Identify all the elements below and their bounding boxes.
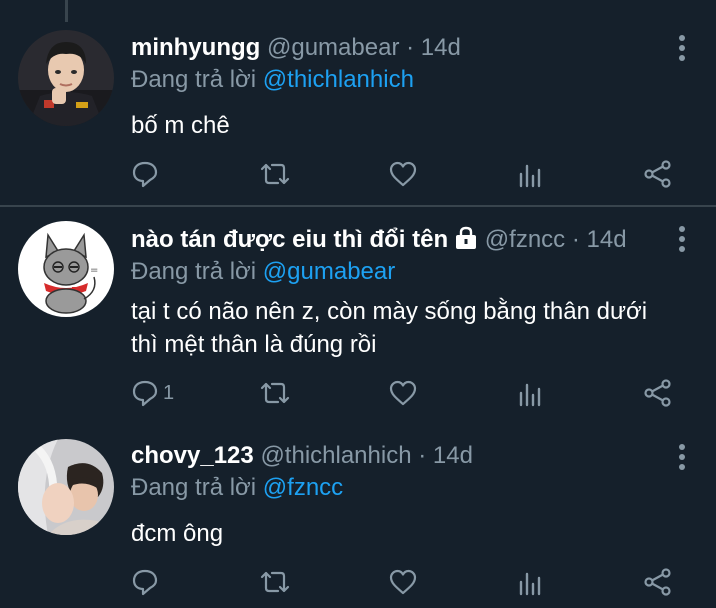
like-icon <box>389 569 417 595</box>
analytics-icon <box>519 383 541 407</box>
tweet-text-line: thì mệt thân là đúng rồi <box>131 331 377 358</box>
display-name[interactable]: chovy_123 <box>131 442 254 469</box>
tweet-text-line: tại t có não nên z, còn mày sống bằng th… <box>131 298 648 325</box>
more-icon[interactable] <box>678 225 686 253</box>
timestamp[interactable]: 14d <box>421 34 461 61</box>
like-icon <box>389 380 417 406</box>
mention-link[interactable]: @fzncc <box>263 474 343 501</box>
more-icon[interactable] <box>678 34 686 62</box>
separator-dot: · <box>418 442 427 469</box>
replies-feed: minhyungg @gumabear · 14d Đang trả lời @… <box>0 0 716 608</box>
svg-text:=: = <box>90 265 98 276</box>
user-handle[interactable]: @gumabear <box>267 34 399 61</box>
reply-count: 1 <box>163 381 175 404</box>
action-bar <box>131 567 691 597</box>
display-name[interactable]: minhyungg <box>131 34 260 61</box>
action-bar <box>131 159 691 189</box>
tweet-text: bố m chê <box>131 112 230 139</box>
replying-to: Đang trả lời @thichlanhich <box>131 65 696 95</box>
more-icon[interactable] <box>678 443 686 471</box>
reply-icon <box>132 380 158 407</box>
avatar[interactable]: = <box>18 221 114 317</box>
replying-to-label: Đang trả lời <box>131 474 263 501</box>
analytics-icon <box>519 572 541 596</box>
timestamp[interactable]: 14d <box>433 442 473 469</box>
display-name[interactable]: nào tán được eiu thì đổi tên <box>131 226 448 253</box>
replying-to-label: Đang trả lời <box>131 258 263 285</box>
share-icon <box>644 379 671 407</box>
tweet-2[interactable]: = nào tán được eiu thì đổi tên @fzncc · … <box>0 207 716 429</box>
replying-to-label: Đang trả lời <box>131 66 263 93</box>
like-button[interactable] <box>388 378 418 408</box>
tweet-1[interactable]: minhyungg @gumabear · 14d Đang trả lời @… <box>0 0 716 206</box>
retweet-icon <box>260 163 290 185</box>
like-icon <box>389 161 417 187</box>
tweet-text: tại t có não nên z, còn mày sống bằng th… <box>131 295 696 361</box>
reply-button[interactable]: 1 <box>131 378 174 408</box>
retweet-button[interactable] <box>258 378 292 408</box>
mention-link[interactable]: @gumabear <box>263 258 395 285</box>
separator-dot: · <box>571 226 580 253</box>
share-icon <box>644 160 671 188</box>
mention-link[interactable]: @thichlanhich <box>263 66 414 93</box>
analytics-button[interactable] <box>517 378 543 408</box>
tweet-text: đcm ông <box>131 520 224 547</box>
reply-button[interactable] <box>131 567 163 597</box>
reply-button[interactable] <box>131 159 163 189</box>
share-button[interactable] <box>643 159 673 189</box>
reply-icon <box>132 569 158 596</box>
user-handle[interactable]: @thichlanhich <box>260 442 411 469</box>
retweet-icon <box>260 382 290 404</box>
avatar[interactable] <box>18 439 114 535</box>
lock-icon <box>456 226 477 249</box>
like-button[interactable] <box>388 567 418 597</box>
timestamp[interactable]: 14d <box>587 226 627 253</box>
user-handle[interactable]: @fzncc <box>485 226 565 253</box>
reply-icon <box>132 161 158 188</box>
tweet-3[interactable]: chovy_123 @thichlanhich · 14d Đang trả l… <box>0 429 716 608</box>
retweet-button[interactable] <box>258 159 292 189</box>
like-button[interactable] <box>388 159 418 189</box>
analytics-button[interactable] <box>517 159 543 189</box>
analytics-icon <box>519 164 541 188</box>
replying-to: Đang trả lời @gumabear <box>131 257 696 287</box>
avatar[interactable] <box>18 30 114 126</box>
share-icon <box>644 568 671 596</box>
analytics-button[interactable] <box>517 567 543 597</box>
retweet-icon <box>260 571 290 593</box>
share-button[interactable] <box>643 567 673 597</box>
retweet-button[interactable] <box>258 567 292 597</box>
separator-dot: · <box>406 34 415 61</box>
share-button[interactable] <box>643 378 673 408</box>
action-bar: 1 <box>131 378 691 408</box>
replying-to: Đang trả lời @fzncc <box>131 473 696 503</box>
